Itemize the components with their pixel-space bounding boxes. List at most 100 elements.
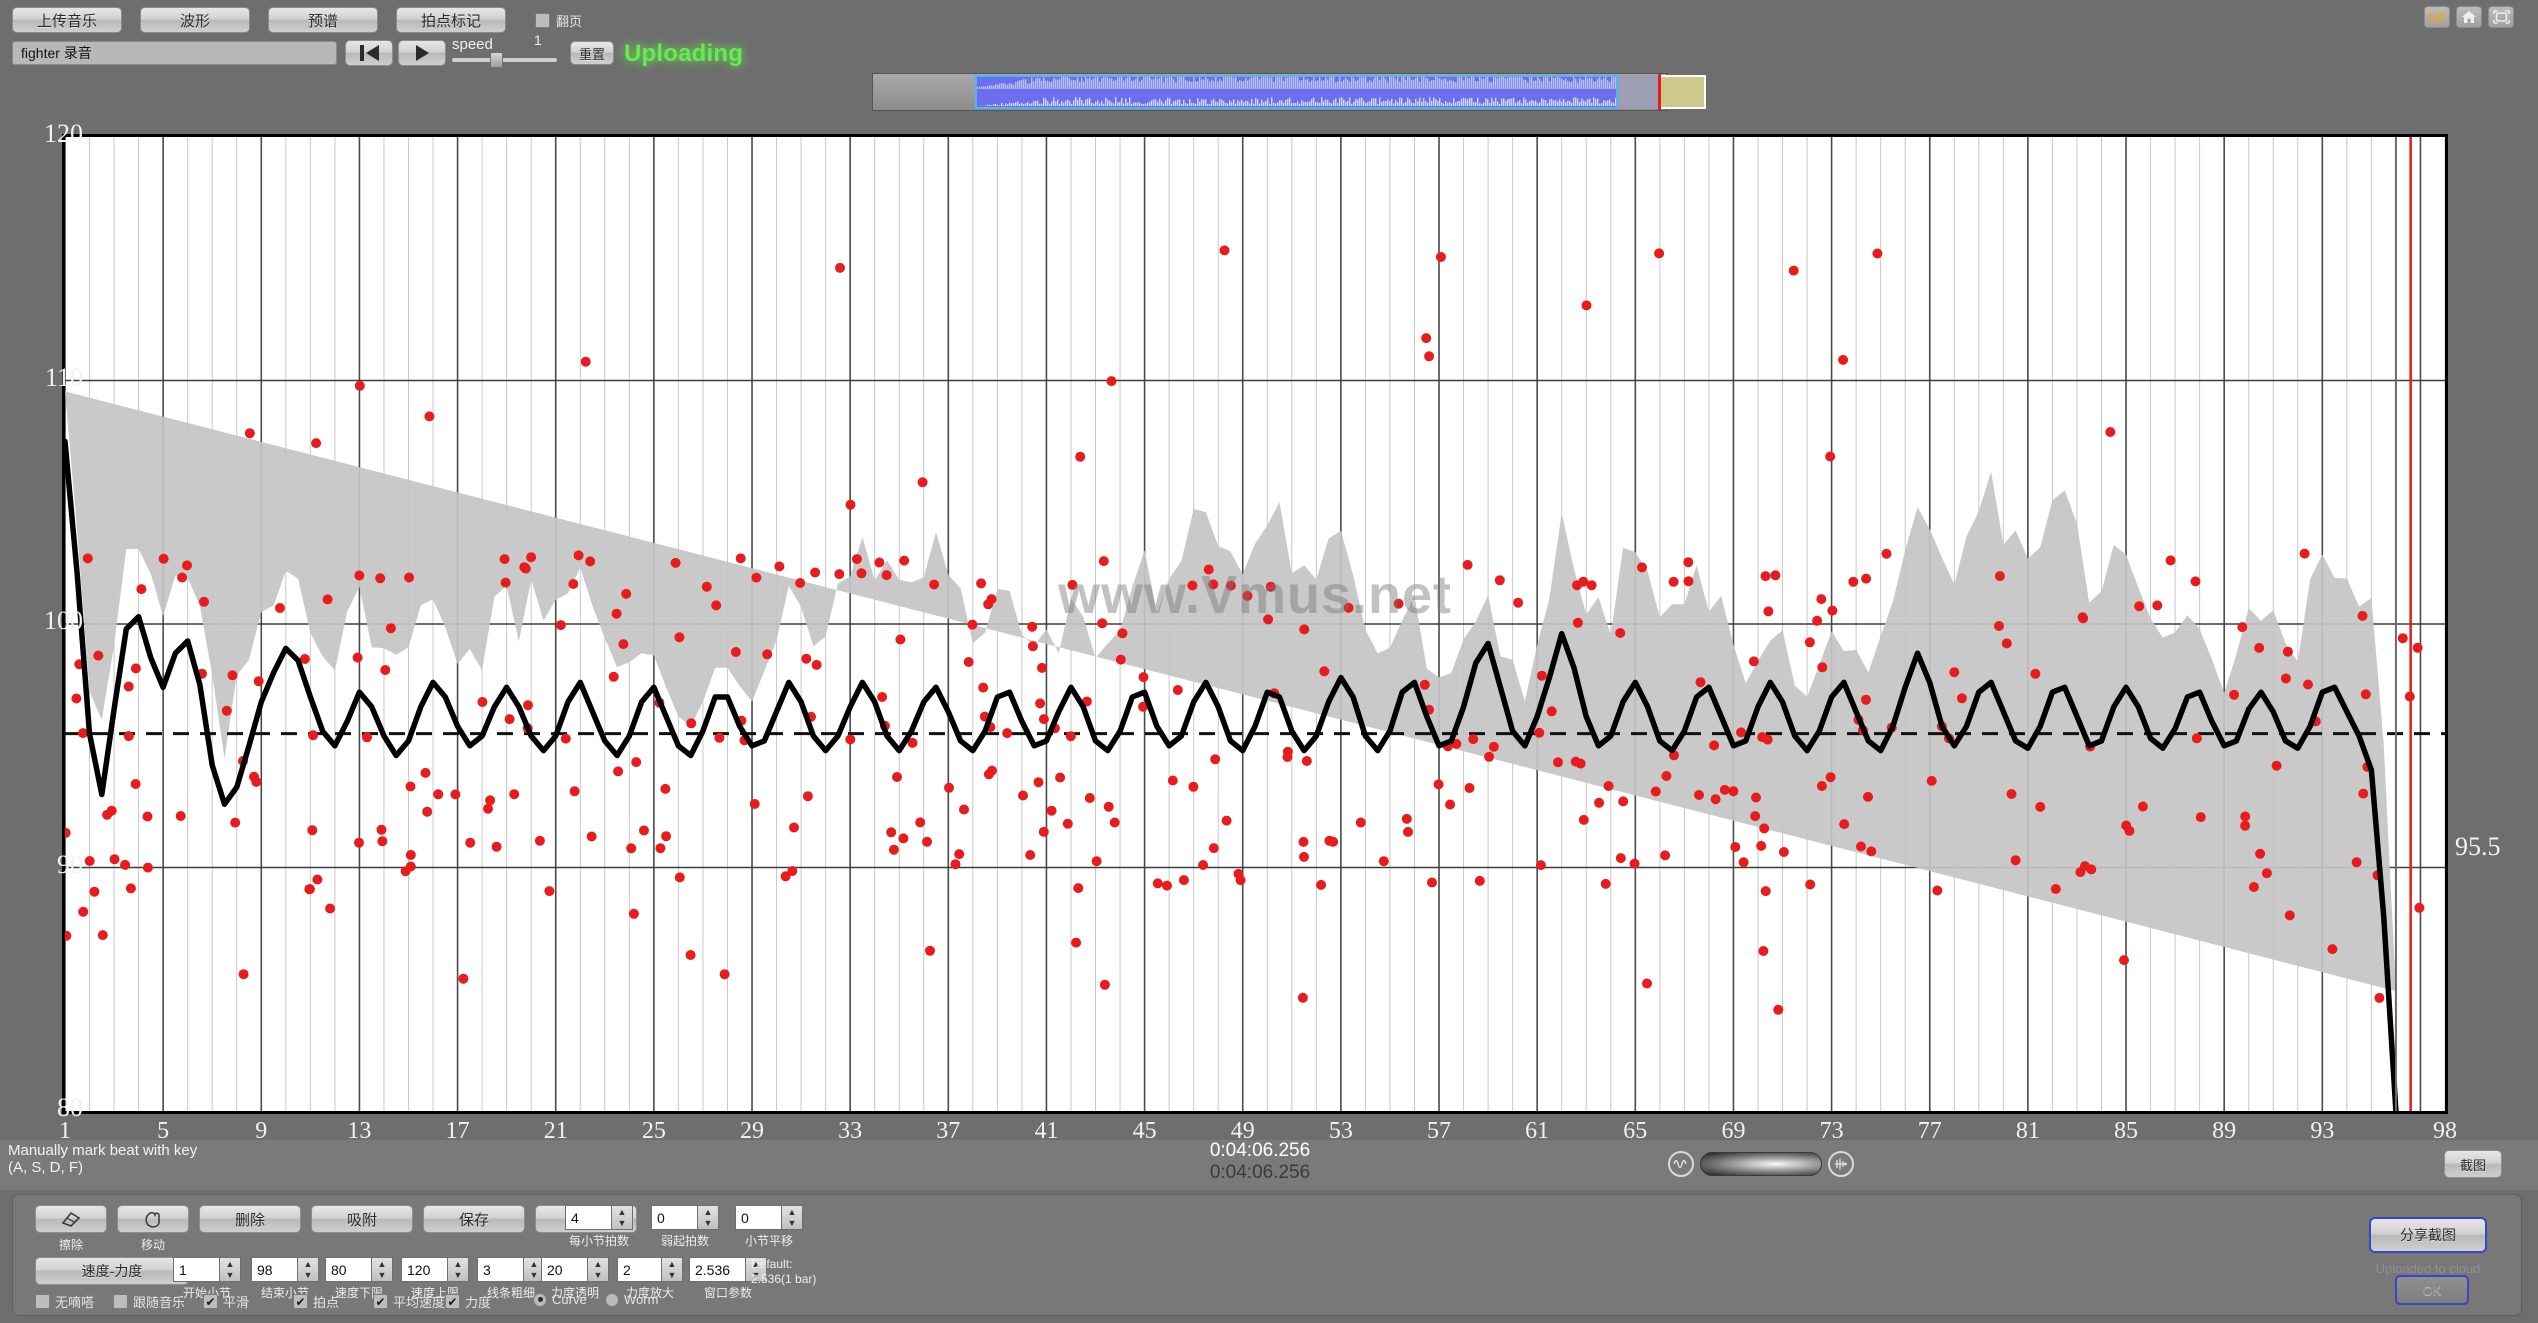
spinner-arrows-6[interactable]: ▲▼	[447, 1257, 469, 1282]
spinner-down-4[interactable]: ▼	[298, 1270, 318, 1282]
spinner-value-10[interactable]: 2.536	[689, 1257, 745, 1282]
spinner-down-8[interactable]: ▼	[588, 1270, 608, 1282]
checkbox-row-4[interactable]: 平均速度	[373, 1292, 445, 1311]
snap-button[interactable]: 吸附	[311, 1205, 413, 1233]
spinner-value-1[interactable]: 0	[651, 1205, 697, 1230]
volume-control[interactable]	[1668, 1148, 1858, 1180]
volume-slider[interactable]	[1700, 1152, 1822, 1176]
spinner-7[interactable]: 3▲▼线条粗细	[477, 1257, 545, 1282]
fullscreen-icon[interactable]	[2488, 6, 2514, 28]
flip-page-control[interactable]: 翻页	[535, 11, 582, 30]
move-tool-button[interactable]	[117, 1205, 189, 1233]
erase-tool-button[interactable]	[35, 1205, 107, 1233]
keyboard-hint-line1: Manually mark beat with key	[8, 1142, 197, 1159]
save-button[interactable]: 保存	[423, 1205, 525, 1233]
plot-area[interactable]: www.Vmus.net	[62, 134, 2448, 1114]
spinner-down-5[interactable]: ▼	[372, 1270, 392, 1282]
spinner-up-6[interactable]: ▲	[448, 1258, 468, 1270]
checkbox-4[interactable]	[373, 1294, 388, 1309]
radio-row-0[interactable]: Curve	[533, 1292, 587, 1307]
speed-dynamics-button[interactable]: 速度-力度	[35, 1257, 189, 1285]
waveform-button[interactable]: 波形	[140, 7, 250, 33]
spinner-up-0[interactable]: ▲	[612, 1206, 632, 1218]
upload-music-button[interactable]: 上传音乐	[12, 7, 122, 33]
spinner-arrows-3[interactable]: ▲▼	[219, 1257, 241, 1282]
spinner-value-4[interactable]: 98	[251, 1257, 297, 1282]
spinner-8[interactable]: 20▲▼力度透明	[541, 1257, 609, 1282]
spinner-up-2[interactable]: ▲	[782, 1206, 802, 1218]
spinner-0[interactable]: 4▲▼每小节拍数	[565, 1205, 633, 1230]
spinner-up-3[interactable]: ▲	[220, 1258, 240, 1270]
checkbox-1[interactable]	[113, 1294, 128, 1309]
spinner-value-5[interactable]: 80	[325, 1257, 371, 1282]
checkbox-row-1[interactable]: 跟随音乐	[113, 1292, 185, 1311]
rewind-button[interactable]	[345, 40, 393, 66]
y-axis-tick-90: 90	[0, 850, 83, 880]
spinner-down-6[interactable]: ▼	[448, 1270, 468, 1282]
home-icon[interactable]	[2456, 6, 2482, 28]
tempo-chart: www.Vmus.net 120110100908015913172125293…	[0, 118, 2538, 1138]
spinner-value-0[interactable]: 4	[565, 1205, 611, 1230]
flip-page-checkbox[interactable]	[535, 13, 550, 28]
spinner-3[interactable]: 1▲▼开始小节	[173, 1257, 241, 1282]
spinner-up-1[interactable]: ▲	[698, 1206, 718, 1218]
wave-high-icon	[1828, 1151, 1854, 1177]
spinner-value-8[interactable]: 20	[541, 1257, 587, 1282]
checkbox-5[interactable]	[445, 1294, 460, 1309]
radio-row-1[interactable]: Worm	[605, 1292, 658, 1307]
spinner-down-0[interactable]: ▼	[612, 1218, 632, 1230]
spinner-arrows-8[interactable]: ▲▼	[587, 1257, 609, 1282]
spinner-up-9[interactable]: ▲	[662, 1258, 682, 1270]
share-snapshot-button[interactable]: 分享截图	[2369, 1217, 2487, 1253]
spinner-9[interactable]: 2▲▼力度放大	[617, 1257, 683, 1282]
ok-button[interactable]: OK	[2395, 1275, 2469, 1305]
checkbox-label-3: 拍点	[313, 1292, 339, 1311]
spinner-value-2[interactable]: 0	[735, 1205, 781, 1230]
spinner-up-8[interactable]: ▲	[588, 1258, 608, 1270]
spinner-5[interactable]: 80▲▼速度下限	[325, 1257, 393, 1282]
speed-slider-track[interactable]	[452, 58, 557, 62]
spinner-up-5[interactable]: ▲	[372, 1258, 392, 1270]
spinner-arrows-1[interactable]: ▲▼	[697, 1205, 719, 1230]
spinner-down-2[interactable]: ▼	[782, 1218, 802, 1230]
spinner-6[interactable]: 120▲▼速度上限	[401, 1257, 469, 1282]
spinner-4[interactable]: 98▲▼结束小节	[251, 1257, 319, 1282]
spinner-arrows-5[interactable]: ▲▼	[371, 1257, 393, 1282]
spinner-value-7[interactable]: 3	[477, 1257, 523, 1282]
spinner-value-3[interactable]: 1	[173, 1257, 219, 1282]
beat-mark-button[interactable]: 拍点标记	[396, 7, 506, 33]
waveform-loop-region[interactable]	[1658, 75, 1706, 109]
spinner-value-9[interactable]: 2	[617, 1257, 661, 1282]
waveform-selection[interactable]	[975, 75, 1618, 109]
song-title-input[interactable]: fighter 录音	[12, 41, 337, 65]
spinner-down-9[interactable]: ▼	[662, 1270, 682, 1282]
snapshot-button[interactable]: 截图	[2444, 1150, 2502, 1178]
speed-slider-thumb[interactable]	[490, 52, 503, 68]
checkbox-row-2[interactable]: 平滑	[203, 1292, 249, 1311]
waveform-playhead[interactable]	[1658, 74, 1661, 110]
spinner-arrows-2[interactable]: ▲▼	[781, 1205, 803, 1230]
delete-button[interactable]: 删除	[199, 1205, 301, 1233]
reset-button[interactable]: 重置	[570, 41, 614, 65]
checkbox-row-0[interactable]: 无嘀嗒	[35, 1292, 94, 1311]
spinner-arrows-9[interactable]: ▲▼	[661, 1257, 683, 1282]
radio-0[interactable]	[533, 1293, 547, 1307]
spinner-arrows-4[interactable]: ▲▼	[297, 1257, 319, 1282]
spinner-down-3[interactable]: ▼	[220, 1270, 240, 1282]
spinner-1[interactable]: 0▲▼弱起拍数	[651, 1205, 719, 1230]
spinner-arrows-0[interactable]: ▲▼	[611, 1205, 633, 1230]
v2-badge-icon[interactable]: V2	[2424, 6, 2450, 28]
spinner-value-6[interactable]: 120	[401, 1257, 447, 1282]
waveform-overview[interactable]	[872, 73, 1667, 111]
radio-1[interactable]	[605, 1293, 619, 1307]
checkbox-row-5[interactable]: 力度	[445, 1292, 491, 1311]
spinner-down-1[interactable]: ▼	[698, 1218, 718, 1230]
spinner-2[interactable]: 0▲▼小节平移	[735, 1205, 803, 1230]
checkbox-2[interactable]	[203, 1294, 218, 1309]
checkbox-3[interactable]	[293, 1294, 308, 1309]
checkbox-row-3[interactable]: 拍点	[293, 1292, 339, 1311]
spinner-up-4[interactable]: ▲	[298, 1258, 318, 1270]
score-button[interactable]: 预谱	[268, 7, 378, 33]
checkbox-0[interactable]	[35, 1294, 50, 1309]
play-button[interactable]	[398, 40, 446, 66]
